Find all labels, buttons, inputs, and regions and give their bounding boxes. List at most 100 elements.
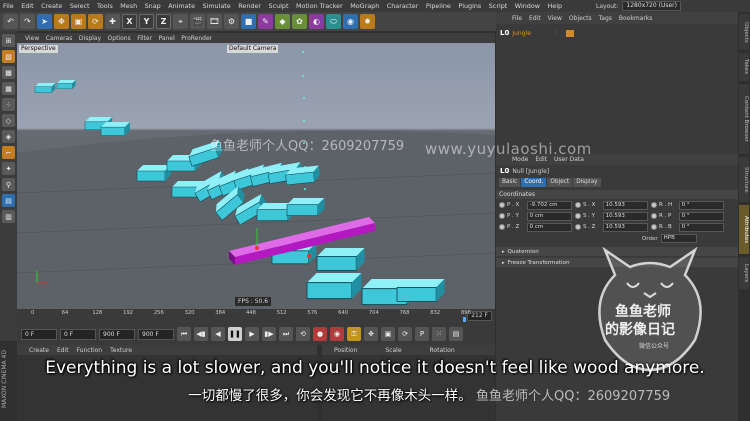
parameter-key-icon[interactable]: P [415, 327, 429, 341]
tweak-icon[interactable]: ✦ [2, 162, 15, 175]
object-menu-view[interactable]: View [548, 15, 562, 22]
tab-object[interactable]: Object [547, 177, 573, 187]
start-frame-field[interactable]: 0 F [21, 328, 57, 340]
go-to-start-icon[interactable]: ⏮ [177, 327, 191, 341]
menu-character[interactable]: Character [387, 2, 419, 10]
workplane-icon[interactable]: ▦ [2, 82, 15, 95]
pen-icon[interactable]: ✎ [258, 14, 273, 29]
menu-plugins[interactable]: Plugins [458, 2, 481, 10]
timeline-ruler[interactable]: 212 F 0 64 128 192 256 320 384 448 512 576 640 704 7… [17, 309, 495, 323]
menu-script[interactable]: Script [489, 2, 508, 10]
rotation-key-icon[interactable]: ⟳ [398, 327, 412, 341]
rotate-icon[interactable]: ⟳ [88, 14, 103, 29]
position-animate-dot-icon[interactable] [499, 224, 505, 230]
subdivision-icon[interactable]: ◆ [275, 14, 290, 29]
object-name[interactable]: Jungle [512, 30, 531, 37]
object-row[interactable]: L0 Jungle ⁚ [496, 28, 738, 38]
tab-basic[interactable]: Basic [499, 177, 521, 187]
max-frame-field[interactable]: 900 F [138, 328, 174, 340]
x-axis-button[interactable]: X [122, 14, 137, 29]
tab-display[interactable]: Display [573, 177, 601, 187]
position-animate-dot-icon[interactable] [499, 213, 505, 219]
menu-window[interactable]: Window [515, 2, 540, 10]
coordinate-system-icon[interactable]: ⌖ [173, 14, 188, 29]
viewport-menu-display[interactable]: Display [79, 35, 101, 42]
scale-icon[interactable]: ▣ [71, 14, 86, 29]
record-icon[interactable]: ● [313, 327, 327, 341]
live-selection-icon[interactable]: ➤ [37, 14, 52, 29]
right-tab-objects[interactable]: Objects [739, 14, 749, 51]
tab-coord[interactable]: Coord. [521, 177, 547, 187]
position-field[interactable]: 0 cm [526, 222, 572, 232]
cloner-icon[interactable]: ✿ [292, 14, 307, 29]
viewport-menu-options[interactable]: Options [108, 35, 131, 42]
model-mode-icon[interactable]: ▧ [2, 50, 15, 63]
render-view-icon[interactable]: 🎬 [190, 14, 205, 29]
viewport-menu-prorender[interactable]: ProRender [181, 35, 212, 42]
visibility-dots-icon[interactable]: ⁚ [556, 30, 558, 36]
right-tab-layers[interactable]: Layers [739, 256, 749, 289]
menu-mograph[interactable]: MoGraph [350, 2, 379, 10]
next-frame-icon[interactable]: ▶ [245, 327, 259, 341]
rotation-field[interactable]: 0 ° [678, 200, 724, 210]
previous-frame-icon[interactable]: ◀ [211, 327, 225, 341]
previous-key-icon[interactable]: ◀▮ [194, 327, 208, 341]
menu-help[interactable]: Help [548, 2, 563, 10]
material-menu-create[interactable]: Create [29, 347, 49, 354]
playhead-marker[interactable] [463, 317, 466, 322]
move-icon[interactable]: ✥ [54, 14, 69, 29]
menu-render[interactable]: Render [238, 2, 261, 10]
menu-animate[interactable]: Animate [168, 2, 195, 10]
position-field[interactable]: 0 cm [526, 211, 572, 221]
menu-sculpt[interactable]: Sculpt [269, 2, 289, 10]
menu-file[interactable]: File [3, 2, 14, 10]
scale-animate-dot-icon[interactable] [575, 213, 581, 219]
order-select[interactable]: HPB [660, 234, 697, 243]
current-frame-field[interactable]: 212 F [467, 311, 492, 321]
loop-icon[interactable]: ⟲ [296, 327, 310, 341]
locked-workplane-icon[interactable]: ▤ [2, 194, 15, 207]
light-icon[interactable]: ✹ [360, 14, 375, 29]
position-animate-dot-icon[interactable] [499, 202, 505, 208]
menu-simulate[interactable]: Simulate [203, 2, 231, 10]
deformer-icon[interactable]: ◐ [309, 14, 324, 29]
position-key-icon[interactable]: ✥ [364, 327, 378, 341]
menu-mesh[interactable]: Mesh [120, 2, 137, 10]
object-menu-tags[interactable]: Tags [599, 15, 612, 22]
object-menu-edit[interactable]: Edit [529, 15, 541, 22]
menu-pipeline[interactable]: Pipeline [426, 2, 451, 10]
viewport-menu-view[interactable]: View [25, 35, 39, 42]
render-picture-viewer-icon[interactable]: 🎞 [207, 14, 222, 29]
pla-key-icon[interactable]: ⁙ [432, 327, 446, 341]
edges-mode-icon[interactable]: ◇ [2, 114, 15, 127]
rotation-animate-dot-icon[interactable] [651, 213, 657, 219]
z-axis-button[interactable]: Z [156, 14, 171, 29]
material-menu-edit[interactable]: Edit [57, 347, 69, 354]
scale-key-icon[interactable]: ▣ [381, 327, 395, 341]
rotation-field[interactable]: 0 ° [678, 211, 724, 221]
timeline-icon[interactable]: ▤ [449, 327, 463, 341]
right-tab-structure[interactable]: Structure [739, 157, 749, 202]
axis-mode-icon[interactable]: ⌐ [2, 146, 15, 159]
autokey-icon[interactable]: ◉ [330, 327, 344, 341]
position-field[interactable]: -9.702 cm [526, 200, 572, 210]
right-tab-content-browser[interactable]: Content Browser [739, 83, 749, 155]
menu-edit[interactable]: Edit [21, 2, 33, 10]
rotation-field[interactable]: 0 ° [678, 222, 724, 232]
scale-field[interactable]: 10.593 [602, 200, 648, 210]
viewport-menu-filter[interactable]: Filter [137, 35, 152, 42]
undo-icon[interactable]: ↶ [3, 14, 18, 29]
right-tab-attributes[interactable]: Attributes [739, 204, 749, 254]
planar-workplane-icon[interactable]: ▥ [2, 210, 15, 223]
menu-snap[interactable]: Snap [145, 2, 161, 10]
rotation-animate-dot-icon[interactable] [651, 202, 657, 208]
material-menu-texture[interactable]: Texture [110, 347, 132, 354]
next-key-icon[interactable]: ▮▶ [262, 327, 276, 341]
rotation-animate-dot-icon[interactable] [651, 224, 657, 230]
viewport-menu-panel[interactable]: Panel [159, 35, 175, 42]
tag-icon[interactable] [566, 29, 575, 37]
object-menu-bookmarks[interactable]: Bookmarks [619, 15, 653, 22]
polygons-mode-icon[interactable]: ◈ [2, 130, 15, 143]
menu-select[interactable]: Select [70, 2, 90, 10]
snap-icon[interactable]: ⚲ [2, 178, 15, 191]
